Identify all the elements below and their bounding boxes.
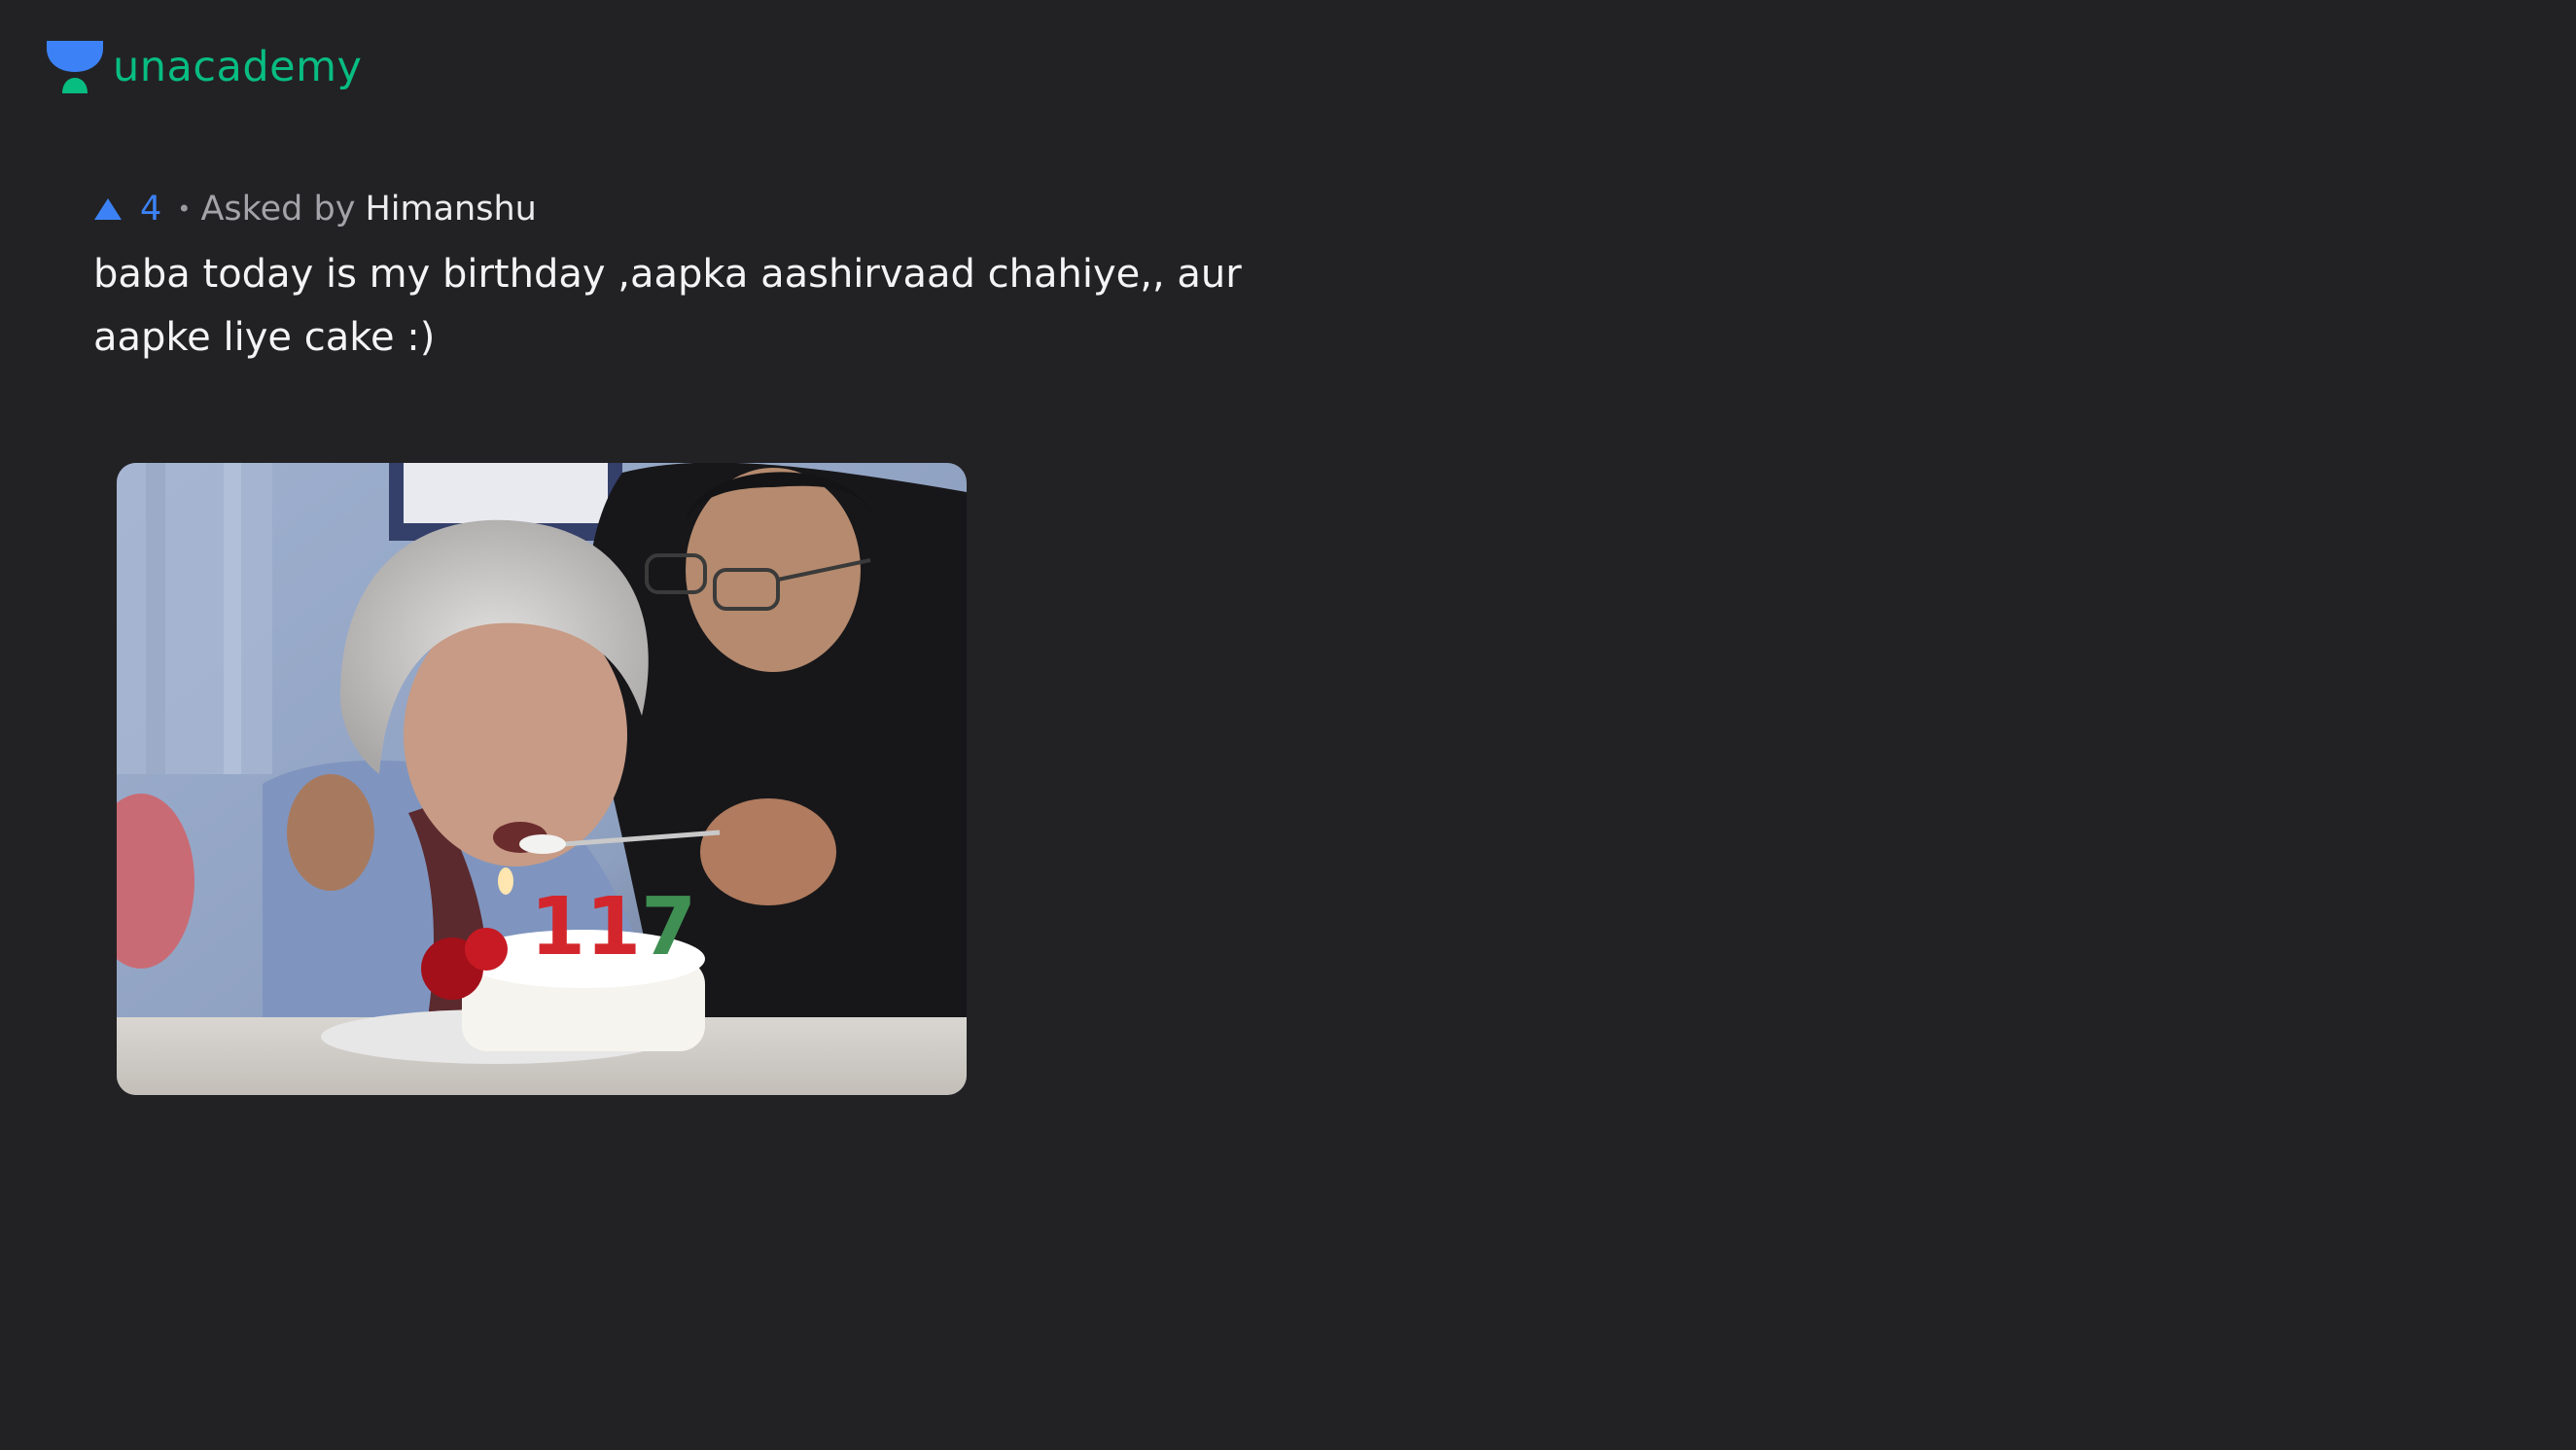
question-text: baba today is my birthday ,aapka aashirv… (93, 252, 1242, 360)
question-meta: 4 • Asked by Himanshu (93, 187, 537, 231)
meta-separator: • (177, 195, 192, 223)
brand-logo[interactable]: unacademy (45, 39, 362, 95)
brand-name: unacademy (113, 42, 363, 91)
birthday-cake-photo: 117 (117, 463, 967, 1095)
unacademy-logo-icon (47, 41, 103, 93)
upvote-count: 4 (140, 190, 162, 229)
page: unacademy 4 • Asked by Himanshu baba tod… (0, 0, 2576, 1450)
candle-number: 117 (530, 881, 696, 973)
asked-by-label: Asked by (200, 190, 356, 229)
author-name[interactable]: Himanshu (365, 187, 536, 231)
question-image[interactable]: 117 (117, 463, 967, 1095)
upvote-arrow-icon[interactable] (93, 197, 123, 221)
